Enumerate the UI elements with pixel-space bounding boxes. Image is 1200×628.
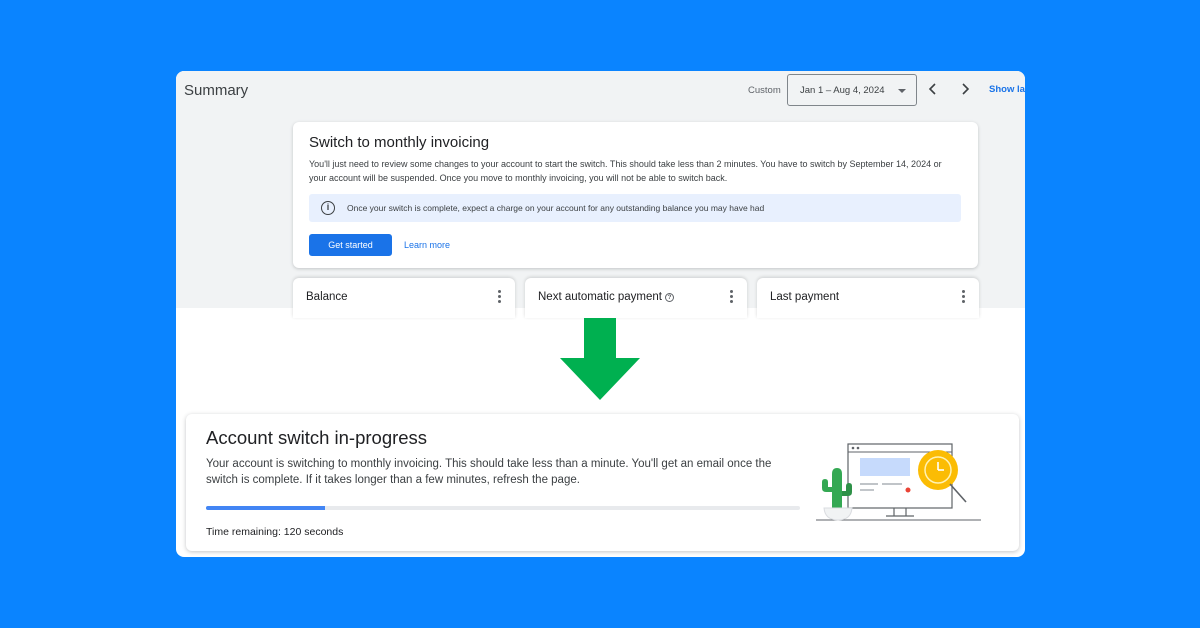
progress-bar-fill bbox=[206, 506, 325, 510]
help-circle-icon[interactable]: ? bbox=[665, 293, 675, 302]
last-payment-card: Last payment bbox=[757, 278, 979, 318]
info-icon: i bbox=[321, 201, 335, 215]
custom-label: Custom bbox=[748, 85, 781, 96]
progress-card-title: Account switch in-progress bbox=[206, 427, 428, 448]
show-last-link[interactable]: Show last bbox=[989, 84, 1025, 95]
date-range-value: Jan 1 – Aug 4, 2024 bbox=[800, 85, 885, 96]
more-vert-icon[interactable] bbox=[962, 290, 965, 305]
more-vert-icon[interactable] bbox=[498, 290, 501, 305]
balance-card: Balance bbox=[293, 278, 515, 318]
progress-bar bbox=[206, 506, 800, 510]
account-switch-card: Account switch in-progress Your account … bbox=[186, 414, 1019, 551]
next-payment-card: Next automatic payment? bbox=[525, 278, 747, 318]
get-started-button[interactable]: Get started bbox=[309, 234, 392, 256]
screenshot-panel: Summary Custom Jan 1 – Aug 4, 2024 Show … bbox=[176, 71, 1025, 557]
next-payment-card-label: Next automatic payment bbox=[538, 291, 663, 303]
invoice-card-title: Switch to monthly invoicing bbox=[309, 134, 490, 151]
more-vert-icon[interactable] bbox=[730, 290, 733, 305]
caret-down-icon bbox=[898, 89, 906, 93]
date-range-select[interactable]: Jan 1 – Aug 4, 2024 bbox=[787, 74, 917, 106]
chevron-left-icon[interactable] bbox=[925, 81, 941, 97]
invoice-card-description: You'll just need to review some changes … bbox=[309, 159, 942, 183]
monitor-clock-illustration bbox=[816, 443, 981, 521]
last-payment-card-label: Last payment bbox=[770, 291, 840, 303]
info-banner: i Once your switch is complete, expect a… bbox=[309, 194, 961, 222]
balance-card-label: Balance bbox=[306, 291, 348, 303]
chevron-right-icon[interactable] bbox=[957, 81, 973, 97]
learn-more-link[interactable]: Learn more bbox=[404, 240, 450, 250]
arrow-down-icon bbox=[560, 318, 640, 400]
info-banner-text: Once your switch is complete, expect a c… bbox=[347, 203, 765, 213]
monthly-invoicing-card: Switch to monthly invoicing You'll just … bbox=[293, 122, 978, 268]
progress-card-description: Your account is switching to monthly inv… bbox=[206, 458, 772, 486]
time-remaining-text: Time remaining: 120 seconds bbox=[206, 526, 344, 538]
page-title: Summary bbox=[184, 82, 249, 99]
summary-section: Summary Custom Jan 1 – Aug 4, 2024 Show … bbox=[176, 71, 1025, 318]
